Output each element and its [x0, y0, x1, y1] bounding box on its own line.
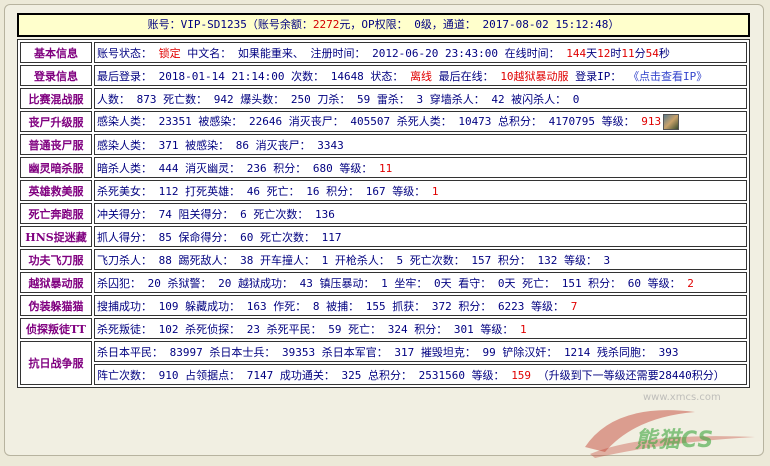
watermark-text: 熊猫CS — [635, 428, 715, 453]
stat-text: 10越狱暴动服 — [500, 69, 569, 83]
stat-text: 账号状态： — [97, 46, 159, 60]
category-label: HNS捉迷藏 — [20, 226, 92, 247]
stat-text: 冲关得分： 74 阻关得分： 6 死亡次数： 136 — [97, 207, 335, 221]
stat-text: 杀囚犯： 20 杀狱警： 20 越狱成功： 43 镇压暴动： 1 坐牢： 0天 … — [97, 276, 688, 290]
table-row: 基本信息 账号状态： 锁定 中文名： 如果能重来、 注册时间： 2012-06-2… — [20, 42, 747, 63]
table-row: 英雄救美服 杀死美女： 112 打死英雄： 46 死亡： 16 积分： 167 等… — [20, 180, 747, 201]
stat-text: 12 — [597, 46, 611, 60]
stat-text: 秒 — [658, 46, 670, 60]
header-text-prefix: 账号：VIP-SD1235（账号余额： — [147, 18, 313, 31]
stat-text: 分 — [634, 46, 646, 60]
stat-text: 159 — [511, 368, 532, 382]
stat-text: 2 — [687, 276, 694, 290]
stats-cell: 飞刀杀人： 88 踢死敌人： 38 开车撞人： 1 开枪杀人： 5 死亡次数： … — [94, 249, 747, 270]
stats-cell: 杀死美女： 112 打死英雄： 46 死亡： 16 积分： 167 等级： 1 — [94, 180, 747, 201]
stat-text: 搜捕成功： 109 躲藏成功： 163 作死： 8 被捕： 155 抓获： 37… — [97, 299, 571, 313]
stat-text: 暗杀人类： 444 消灭幽灵： 236 积分： 680 等级： — [97, 161, 379, 175]
stat-text: 最后在线： — [432, 69, 501, 83]
stat-text: 中文名： — [180, 46, 238, 60]
header-text-suffix: 元，OP权限： 0级，通道： 2017-08-02 15:12:48） — [339, 18, 620, 31]
category-label: 英雄救美服 — [20, 180, 92, 201]
view-ip-link[interactable]: 《点击查看IP》 — [628, 70, 707, 83]
stat-text: （升级到下一等级还需要28440积分） — [531, 368, 725, 382]
table-row: 幽灵暗杀服 暗杀人类： 444 消灭幽灵： 236 积分： 680 等级： 11 — [20, 157, 747, 178]
player-avatar-icon — [663, 114, 680, 130]
table-row: 功夫飞刀服 飞刀杀人： 88 踢死敌人： 38 开车撞人： 1 开枪杀人： 5 死… — [20, 249, 747, 270]
stats-cell: 杀日本平民： 83997 杀日本士兵： 39353 杀日本军官： 317 摧毁坦… — [94, 341, 747, 362]
stat-text: 天 — [586, 46, 598, 60]
stat-text: 时 — [610, 46, 622, 60]
stats-cell: 抓人得分： 85 保命得分： 60 死亡次数： 117 — [94, 226, 747, 247]
stat-text: 感染人类： 371 被感染： 86 消灭丧尸： 3343 — [97, 138, 344, 152]
stat-text: 11 — [621, 46, 635, 60]
stat-text: 54 — [645, 46, 659, 60]
stats-cell: 杀囚犯： 20 杀狱警： 20 越狱成功： 43 镇压暴动： 1 坐牢： 0天 … — [94, 272, 747, 293]
stat-text: 杀死美女： 112 打死英雄： 46 死亡： 16 积分： 167 等级： — [97, 184, 432, 198]
category-label: 普通丧尸服 — [20, 134, 92, 155]
table-row: 比赛混战服 人数： 873 死亡数： 942 爆头数： 250 刀杀： 59 雷杀… — [20, 88, 747, 109]
stats-cell: 感染人类： 371 被感染： 86 消灭丧尸： 3343 — [94, 134, 747, 155]
table-row: HNS捉迷藏 抓人得分： 85 保命得分： 60 死亡次数： 117 — [20, 226, 747, 247]
table-row: 死亡奔跑服 冲关得分： 74 阻关得分： 6 死亡次数： 136 — [20, 203, 747, 224]
table-row: 阵亡次数： 910 占领据点： 7147 成功通关： 325 总积分： 2531… — [20, 364, 747, 385]
stat-text: 人数： 873 死亡数： 942 爆头数： 250 刀杀： 59 雷杀： 3 穿… — [97, 92, 580, 106]
stat-text: 11 — [378, 161, 393, 175]
category-label: 登录信息 — [20, 65, 92, 86]
stat-text: 7 — [570, 299, 578, 313]
stats-table: 基本信息 账号状态： 锁定 中文名： 如果能重来、 注册时间： 2012-06-2… — [17, 39, 750, 388]
category-label: 比赛混战服 — [20, 88, 92, 109]
stat-text: 杀日本平民： 83997 杀日本士兵： 39353 杀日本军官： 317 摧毁坦… — [97, 345, 679, 359]
category-label: 抗日战争服 — [20, 341, 92, 385]
stats-cell: 人数： 873 死亡数： 942 爆头数： 250 刀杀： 59 雷杀： 3 穿… — [94, 88, 747, 109]
category-label: 基本信息 — [20, 42, 92, 63]
stats-cell: 搜捕成功： 109 躲藏成功： 163 作死： 8 被捕： 155 抓获： 37… — [94, 295, 747, 316]
watermark-url: www.xmcs.com — [643, 392, 721, 403]
category-label: 死亡奔跑服 — [20, 203, 92, 224]
stat-text: 阵亡次数： 910 占领据点： 7147 成功通关： 325 总积分： 2531… — [97, 368, 512, 382]
stat-text: 登录IP： — [568, 69, 629, 83]
category-label: 越狱暴动服 — [20, 272, 92, 293]
stat-text: 913 — [641, 115, 662, 128]
stats-cell: 冲关得分： 74 阻关得分： 6 死亡次数： 136 — [94, 203, 747, 224]
stats-cell: 阵亡次数： 910 占领据点： 7147 成功通关： 325 总积分： 2531… — [94, 364, 747, 385]
stats-cell: 杀死叛徒： 102 杀死侦探： 23 杀死平民： 59 死亡： 324 积分： … — [94, 318, 747, 339]
table-row: 丧尸升级服 感染人类： 23351 被感染： 22646 消灭丧尸： 405507… — [20, 111, 747, 132]
stats-cell: 暗杀人类： 444 消灭幽灵： 236 积分： 680 等级： 11 — [94, 157, 747, 178]
stat-text: 抓人得分： 85 保命得分： 60 死亡次数： 117 — [97, 230, 342, 244]
balance-value: 2272 — [312, 18, 340, 31]
category-label: 功夫飞刀服 — [20, 249, 92, 270]
stat-text: 杀死叛徒： 102 杀死侦探： 23 杀死平民： 59 死亡： 324 积分： … — [97, 322, 520, 336]
category-label: 侦探叛徒TT — [20, 318, 92, 339]
table-row: 抗日战争服 杀日本平民： 83997 杀日本士兵： 39353 杀日本军官： 31… — [20, 341, 747, 385]
stat-text: 飞刀杀人： 88 踢死敌人： 38 开车撞人： 1 开枪杀人： 5 死亡次数： … — [97, 253, 611, 267]
stats-cell: 账号状态： 锁定 中文名： 如果能重来、 注册时间： 2012-06-20 23… — [94, 42, 747, 63]
category-label: 幽灵暗杀服 — [20, 157, 92, 178]
table-row: 越狱暴动服 杀囚犯： 20 杀狱警： 20 越狱成功： 43 镇压暴动： 1 坐牢… — [20, 272, 747, 293]
stat-text: 感染人类： 23351 被感染： 22646 消灭丧尸： 405507 杀死人类… — [97, 115, 642, 128]
watermark-logo: www.xmcs.com 熊猫CS — [575, 392, 770, 462]
stat-text: 144 — [566, 46, 587, 60]
stat-text: 最后登录： 2018-01-14 21:14:00 次数： 14648 状态： — [97, 69, 411, 83]
stat-text: 如果能重来、 — [237, 46, 304, 60]
stat-text: 1 — [431, 184, 439, 198]
stat-text: 1 — [519, 322, 527, 336]
table-row: 侦探叛徒TT 杀死叛徒： 102 杀死侦探： 23 杀死平民： 59 死亡： 32… — [20, 318, 747, 339]
stat-text: 离线 — [410, 69, 433, 83]
category-label: 丧尸升级服 — [20, 111, 92, 132]
stats-cell: 最后登录： 2018-01-14 21:14:00 次数： 14648 状态： … — [94, 65, 747, 86]
account-header: 账号：VIP-SD1235（账号余额：2272元，OP权限： 0级，通道： 20… — [17, 13, 750, 37]
stat-text: 注册时间： 2012-06-20 23:43:00 在线时间： — [303, 46, 567, 60]
category-label: 伪装躲猫猫 — [20, 295, 92, 316]
table-row: 普通丧尸服 感染人类： 371 被感染： 86 消灭丧尸： 3343 — [20, 134, 747, 155]
stats-cell: 感染人类： 23351 被感染： 22646 消灭丧尸： 405507 杀死人类… — [94, 111, 747, 132]
table-row: 伪装躲猫猫 搜捕成功： 109 躲藏成功： 163 作死： 8 被捕： 155 抓… — [20, 295, 747, 316]
stat-text: 锁定 — [158, 46, 181, 60]
table-row: 登录信息 最后登录： 2018-01-14 21:14:00 次数： 14648 … — [20, 65, 747, 86]
